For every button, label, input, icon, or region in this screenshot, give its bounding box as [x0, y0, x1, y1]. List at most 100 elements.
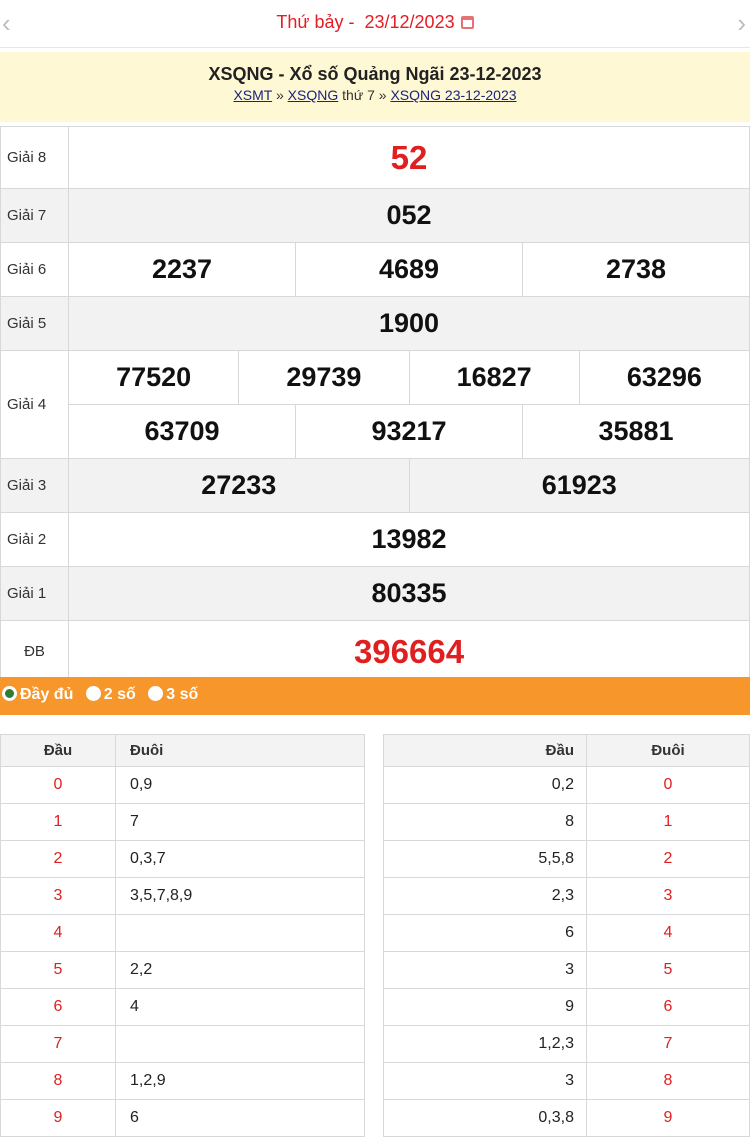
- values-cell: 0,3,7: [115, 840, 365, 878]
- values-cell: 2,3: [383, 877, 587, 915]
- prize-number: 2237: [68, 242, 296, 297]
- table-row: 1,2,3 7: [383, 1025, 750, 1063]
- option-full[interactable]: Đầy đủ: [2, 686, 73, 704]
- digit-cell: 1: [0, 803, 116, 841]
- table-header-row: Đầu Đuôi: [383, 734, 750, 767]
- values-cell: [115, 914, 365, 952]
- prize-row-g8: Giải 8 52: [0, 126, 750, 189]
- values-cell: 3: [383, 951, 587, 989]
- prize-label: Giải 1: [0, 566, 69, 621]
- prize-number: 63709: [68, 404, 296, 459]
- prize-label: Giải 7: [0, 188, 69, 243]
- digit-cell: 3: [586, 877, 750, 915]
- option-3-digit[interactable]: 3 số: [148, 686, 198, 704]
- values-cell: 1,2,9: [115, 1062, 365, 1100]
- radio-icon[interactable]: [2, 686, 17, 701]
- values-cell: 6: [115, 1099, 365, 1137]
- option-label: 3 số: [166, 686, 199, 703]
- prize-row-db: ĐB 396664: [0, 620, 750, 683]
- prize-number: 93217: [295, 404, 523, 459]
- next-date-icon[interactable]: ›: [737, 10, 746, 36]
- prize-number: 27233: [68, 458, 410, 513]
- table-row: 0 0,9: [0, 766, 365, 804]
- digit-cell: 5: [0, 951, 116, 989]
- prize-number: 52: [68, 126, 750, 189]
- date-display[interactable]: Thứ bảy - 23/12/2023: [0, 12, 750, 33]
- prize-number: 16827: [408, 350, 580, 405]
- table-row: 5,5,8 2: [383, 840, 750, 878]
- prize-row-g4b: 63709 93217 35881: [1, 404, 750, 459]
- table-row: 8 1,2,9: [0, 1062, 365, 1100]
- result-header: XSQNG - Xổ số Quảng Ngãi 23-12-2023 XSMT…: [0, 52, 750, 122]
- prize-number: 1900: [68, 296, 750, 351]
- values-cell: 9: [383, 988, 587, 1026]
- values-cell: 1,2,3: [383, 1025, 587, 1063]
- column-header: Đuôi: [586, 734, 750, 767]
- radio-icon[interactable]: [85, 686, 101, 701]
- digit-cell: 9: [0, 1099, 116, 1137]
- breadcrumb-link-xsqng[interactable]: XSQNG: [288, 87, 339, 103]
- prize-number: 2738: [522, 242, 750, 297]
- breadcrumb-text: thứ 7: [342, 87, 375, 103]
- column-header: Đuôi: [115, 734, 365, 767]
- digit-cell: 4: [586, 914, 750, 952]
- digit-cell: 0: [0, 766, 116, 804]
- values-cell: 4: [115, 988, 365, 1026]
- date-label: 23/12/2023: [364, 12, 455, 32]
- option-2-digit[interactable]: 2 số: [85, 686, 136, 704]
- prize-label: Giải 3: [0, 458, 69, 513]
- table-row: 35: [383, 951, 750, 989]
- prize-number: 13982: [68, 512, 750, 567]
- option-label: 2 số: [103, 686, 136, 703]
- breadcrumb-link-xsmt[interactable]: XSMT: [233, 87, 272, 103]
- digit-cell: 7: [586, 1025, 750, 1063]
- table-row: 17: [0, 803, 365, 841]
- digit-cell: 1: [586, 803, 750, 841]
- digit-cell: 2: [586, 840, 750, 878]
- values-cell: 3: [383, 1062, 587, 1100]
- digit-cell: 5: [586, 951, 750, 989]
- prize-label: Giải 2: [0, 512, 69, 567]
- table-header-row: Đầu Đuôi: [0, 734, 365, 767]
- page-title: XSQNG - Xổ số Quảng Ngãi 23-12-2023: [208, 64, 542, 84]
- breadcrumb-link-date[interactable]: XSQNG 23-12-2023: [390, 87, 516, 103]
- table-row: 7: [0, 1025, 365, 1063]
- option-label: Đầy đủ: [20, 686, 74, 703]
- prize-number-special: 396664: [68, 620, 750, 683]
- values-cell: [115, 1025, 365, 1063]
- table-row: 38: [383, 1062, 750, 1100]
- table-row: 64: [383, 914, 750, 952]
- digit-cell: 2: [0, 840, 116, 878]
- prize-label: Giải 8: [0, 126, 69, 189]
- calendar-icon[interactable]: [460, 16, 474, 29]
- prize-label: Giải 4: [0, 350, 69, 459]
- prize-row-g1: Giải 1 80335: [0, 566, 750, 621]
- table-row: 5 2,2: [0, 951, 365, 989]
- digit-cell: 4: [0, 914, 116, 952]
- prize-number: 052: [68, 188, 750, 243]
- duoi-table: Đầu Đuôi 0,2 0 8 1 5,5,8 2 2,3 3 6 4 3 5 9 6 1,2,3 7 3 8 0…: [383, 734, 750, 1137]
- values-cell: 3,5,7,8,9: [115, 877, 365, 915]
- radio-icon[interactable]: [148, 686, 164, 701]
- values-cell: 6: [383, 914, 587, 952]
- prize-label: ĐB: [0, 620, 69, 683]
- table-row: 0,3,8 9: [383, 1099, 750, 1137]
- table-row: 2,3 3: [383, 877, 750, 915]
- breadcrumb: XSMT » XSQNG thứ 7 » XSQNG 23-12-2023: [0, 87, 750, 103]
- display-options-bar: Đầy đủ 2 số 3 số: [0, 677, 750, 715]
- breadcrumb-separator: »: [378, 87, 387, 103]
- values-cell: 8: [383, 803, 587, 841]
- table-row: 0,2 0: [383, 766, 750, 804]
- prize-number: 29739: [238, 350, 410, 405]
- dau-table: Đầu Đuôi 0 0,9 1 7 2 0,3,7 3 3,5,7,8,9 4 5 2,2 6 4 7 8…: [0, 734, 365, 1137]
- date-navigator: ‹ Thứ bảy - 23/12/2023 ›: [0, 0, 750, 48]
- prize-row-g5: Giải 5 1900: [0, 296, 750, 351]
- table-row: 64: [0, 988, 365, 1026]
- prize-number: 63296: [578, 350, 750, 405]
- column-header: Đầu: [0, 734, 116, 767]
- prize-row-g4: Giải 4 77520 29739 16827 63296: [0, 350, 750, 459]
- digit-cell: 8: [586, 1062, 750, 1100]
- breadcrumb-separator: »: [275, 87, 284, 103]
- prize-label: Giải 5: [0, 296, 69, 351]
- prize-row-g3: Giải 3 27233 61923: [0, 458, 750, 513]
